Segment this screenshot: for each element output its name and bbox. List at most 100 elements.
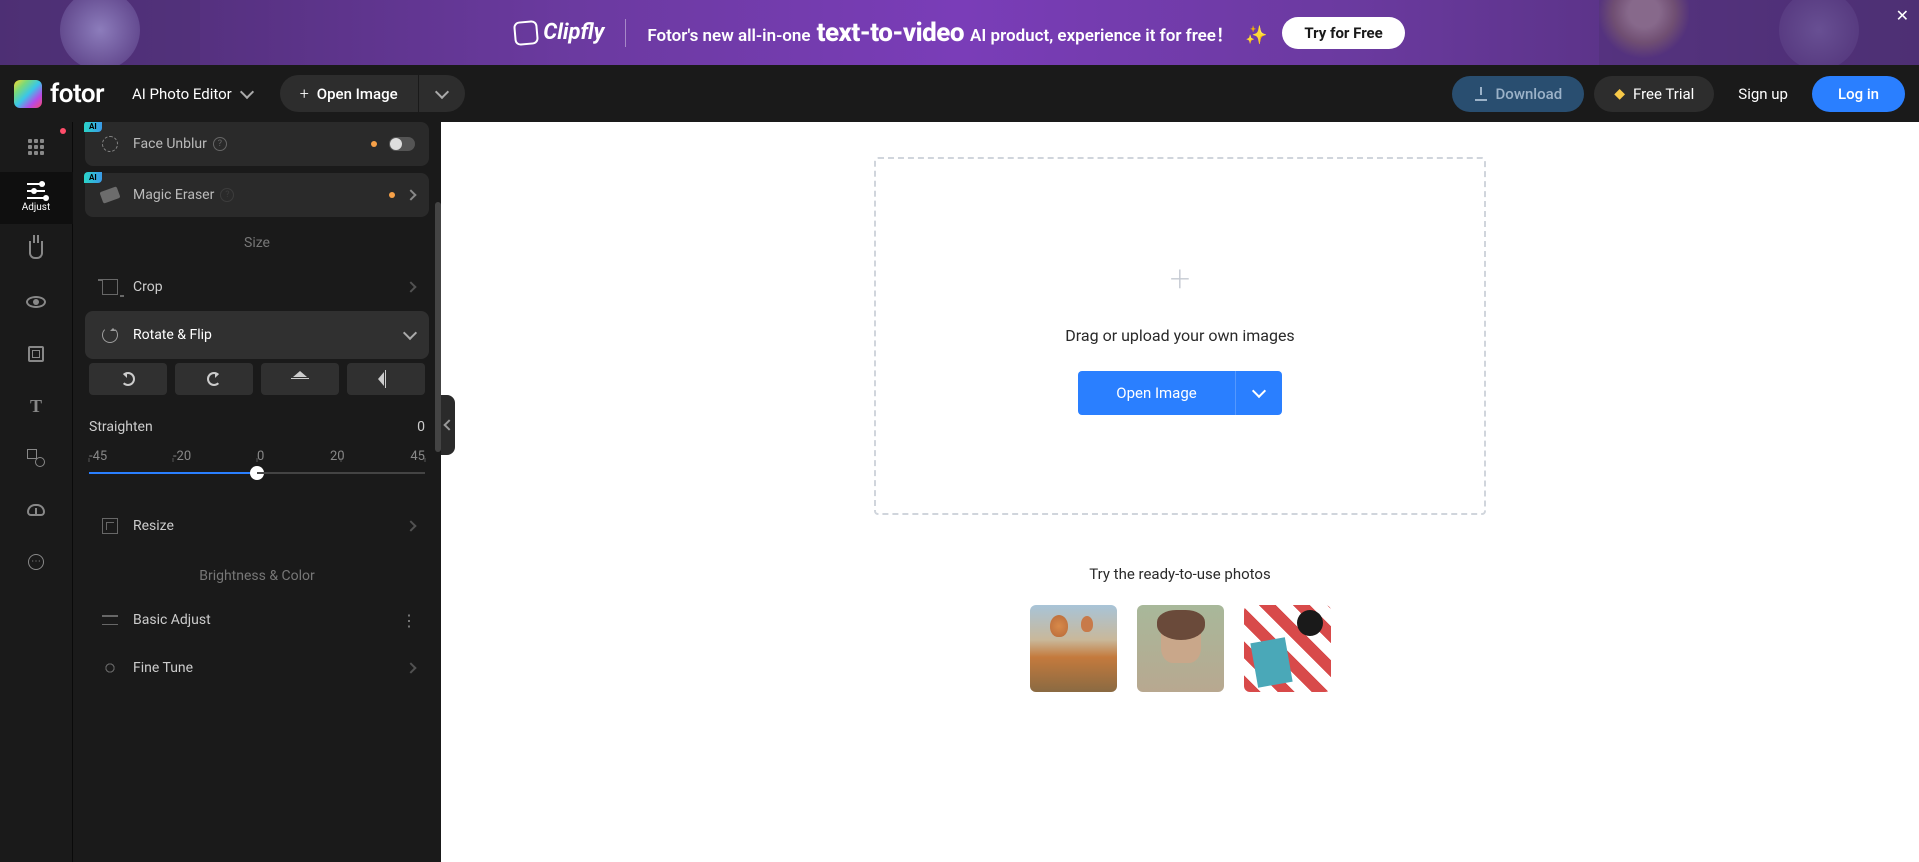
editor-dropdown[interactable]: AI Photo Editor	[132, 85, 252, 103]
plus-icon: +	[300, 84, 309, 103]
sample-photo-1[interactable]	[1030, 605, 1117, 692]
rotate-ccw-button[interactable]	[175, 363, 253, 395]
tool-magic-eraser[interactable]: AI Magic Eraser ?	[85, 173, 429, 217]
open-image-group: Open Image	[1078, 371, 1281, 415]
main-area: Adjust T AI Face Unblur	[0, 122, 1919, 862]
banner-decoration	[60, 0, 140, 65]
face-unblur-toggle[interactable]	[389, 137, 415, 151]
fotor-logo-icon	[14, 80, 42, 108]
signup-link[interactable]: Sign up	[1724, 76, 1802, 112]
flip-vertical-button[interactable]	[347, 363, 425, 395]
sample-photos-section: Try the ready-to-use photos	[1030, 565, 1331, 692]
dropzone-text: Drag or upload your own images	[1065, 326, 1294, 345]
canvas-open-image-button[interactable]: Open Image	[1078, 371, 1234, 415]
editor-label: AI Photo Editor	[132, 85, 232, 103]
flask-icon	[29, 241, 43, 259]
open-image-dropdown[interactable]	[418, 75, 465, 112]
sidebar-item-effects[interactable]	[0, 224, 73, 276]
status-dot	[371, 141, 377, 147]
chevron-down-icon	[403, 326, 417, 340]
option-fine-tune[interactable]: Fine Tune	[85, 644, 429, 692]
fotor-logo-text: fotor	[50, 79, 104, 109]
open-image-button[interactable]: + Open Image	[280, 75, 418, 112]
image-dropzone[interactable]: + Drag or upload your own images Open Im…	[874, 157, 1486, 515]
chevron-right-icon	[405, 662, 416, 673]
face-unblur-icon	[102, 136, 118, 152]
clipfly-icon	[513, 19, 539, 45]
eye-icon	[26, 296, 46, 308]
sidebar-item-cloud[interactable]	[0, 484, 73, 536]
chevron-down-icon	[240, 84, 254, 98]
clipfly-brand-text: Clipfly	[543, 20, 604, 45]
sidebar-item-apps[interactable]	[0, 122, 73, 172]
chevron-down-icon	[1252, 383, 1266, 397]
open-image-button-group: + Open Image	[280, 75, 465, 112]
rotate-cw-button[interactable]	[89, 363, 167, 395]
sidebar-item-text[interactable]: T	[0, 380, 73, 432]
free-trial-button[interactable]: ◆ Free Trial	[1594, 76, 1714, 112]
adjust-icon	[27, 183, 45, 199]
canvas-open-image-dropdown[interactable]	[1235, 371, 1282, 415]
sidebar-item-beauty[interactable]	[0, 276, 73, 328]
apps-icon	[28, 139, 44, 155]
download-button[interactable]: Download	[1452, 76, 1585, 112]
flip-horizontal-button[interactable]	[261, 363, 339, 395]
chevron-down-icon	[435, 84, 449, 98]
help-icon[interactable]: ?	[213, 137, 227, 151]
login-button[interactable]: Log in	[1812, 76, 1905, 112]
frame-icon	[28, 346, 44, 362]
more-icon	[28, 554, 44, 570]
rotate-ccw-icon	[207, 372, 221, 386]
ai-badge: AI	[84, 122, 102, 132]
fotor-logo[interactable]: fotor	[14, 79, 104, 109]
transform-buttons	[85, 359, 429, 405]
promo-banner[interactable]: Clipfly Fotor's new all-in-one text-to-v…	[0, 0, 1919, 65]
icon-sidebar: Adjust T	[0, 122, 73, 862]
more-vertical-icon[interactable]: ⋮	[401, 611, 415, 630]
shapes-icon	[27, 449, 45, 467]
straighten-slider[interactable]	[89, 472, 425, 474]
tools-panel: AI Face Unblur ? AI Magic Eraser ? Size …	[73, 122, 441, 862]
sidebar-item-more[interactable]	[0, 536, 73, 588]
crop-icon	[102, 279, 118, 295]
resize-icon	[102, 518, 118, 534]
sidebar-item-elements[interactable]	[0, 432, 73, 484]
option-crop[interactable]: Crop	[85, 263, 429, 311]
sidebar-item-adjust[interactable]: Adjust	[0, 172, 73, 224]
option-resize[interactable]: Resize	[85, 502, 429, 550]
cloud-upload-icon	[27, 504, 45, 516]
diamond-icon: ◆	[1614, 86, 1625, 102]
sample-photo-3[interactable]	[1244, 605, 1331, 692]
straighten-label: Straighten	[89, 419, 153, 435]
flip-vertical-icon	[378, 372, 394, 386]
rotate-cw-icon	[121, 372, 135, 386]
canvas-area: + Drag or upload your own images Open Im…	[441, 122, 1919, 862]
collapse-panel-button[interactable]	[441, 395, 455, 455]
sidebar-item-frames[interactable]	[0, 328, 73, 380]
sample-photo-2[interactable]	[1137, 605, 1224, 692]
fine-tune-icon	[103, 659, 117, 677]
banner-message: Fotor's new all-in-one text-to-video AI …	[647, 18, 1267, 48]
slider-thumb[interactable]	[250, 466, 264, 480]
tool-face-unblur[interactable]: AI Face Unblur ?	[85, 122, 429, 166]
close-banner-button[interactable]: ✕	[1896, 6, 1909, 25]
chevron-right-icon	[405, 281, 416, 292]
help-icon[interactable]: ?	[220, 188, 234, 202]
divider	[625, 19, 626, 47]
slider-tick-marks	[89, 458, 425, 462]
text-icon: T	[30, 396, 42, 417]
rotate-icon	[102, 327, 118, 343]
straighten-value: 0	[417, 419, 425, 435]
topbar: fotor AI Photo Editor + Open Image Downl…	[0, 65, 1919, 122]
chevron-right-icon	[405, 189, 416, 200]
basic-adjust-icon	[102, 612, 118, 628]
option-rotate-flip[interactable]: Rotate & Flip	[85, 311, 429, 359]
status-dot	[389, 192, 395, 198]
eraser-icon	[99, 186, 120, 203]
banner-decoration	[1779, 0, 1859, 65]
sample-photos-title: Try the ready-to-use photos	[1030, 565, 1331, 583]
sparkle-icon: ✨	[1245, 25, 1267, 46]
try-for-free-button[interactable]: Try for Free	[1282, 17, 1404, 49]
straighten-slider-section: Straighten 0 -45 -20 0 20 45	[85, 405, 429, 474]
option-basic-adjust[interactable]: Basic Adjust ⋮	[85, 596, 429, 644]
